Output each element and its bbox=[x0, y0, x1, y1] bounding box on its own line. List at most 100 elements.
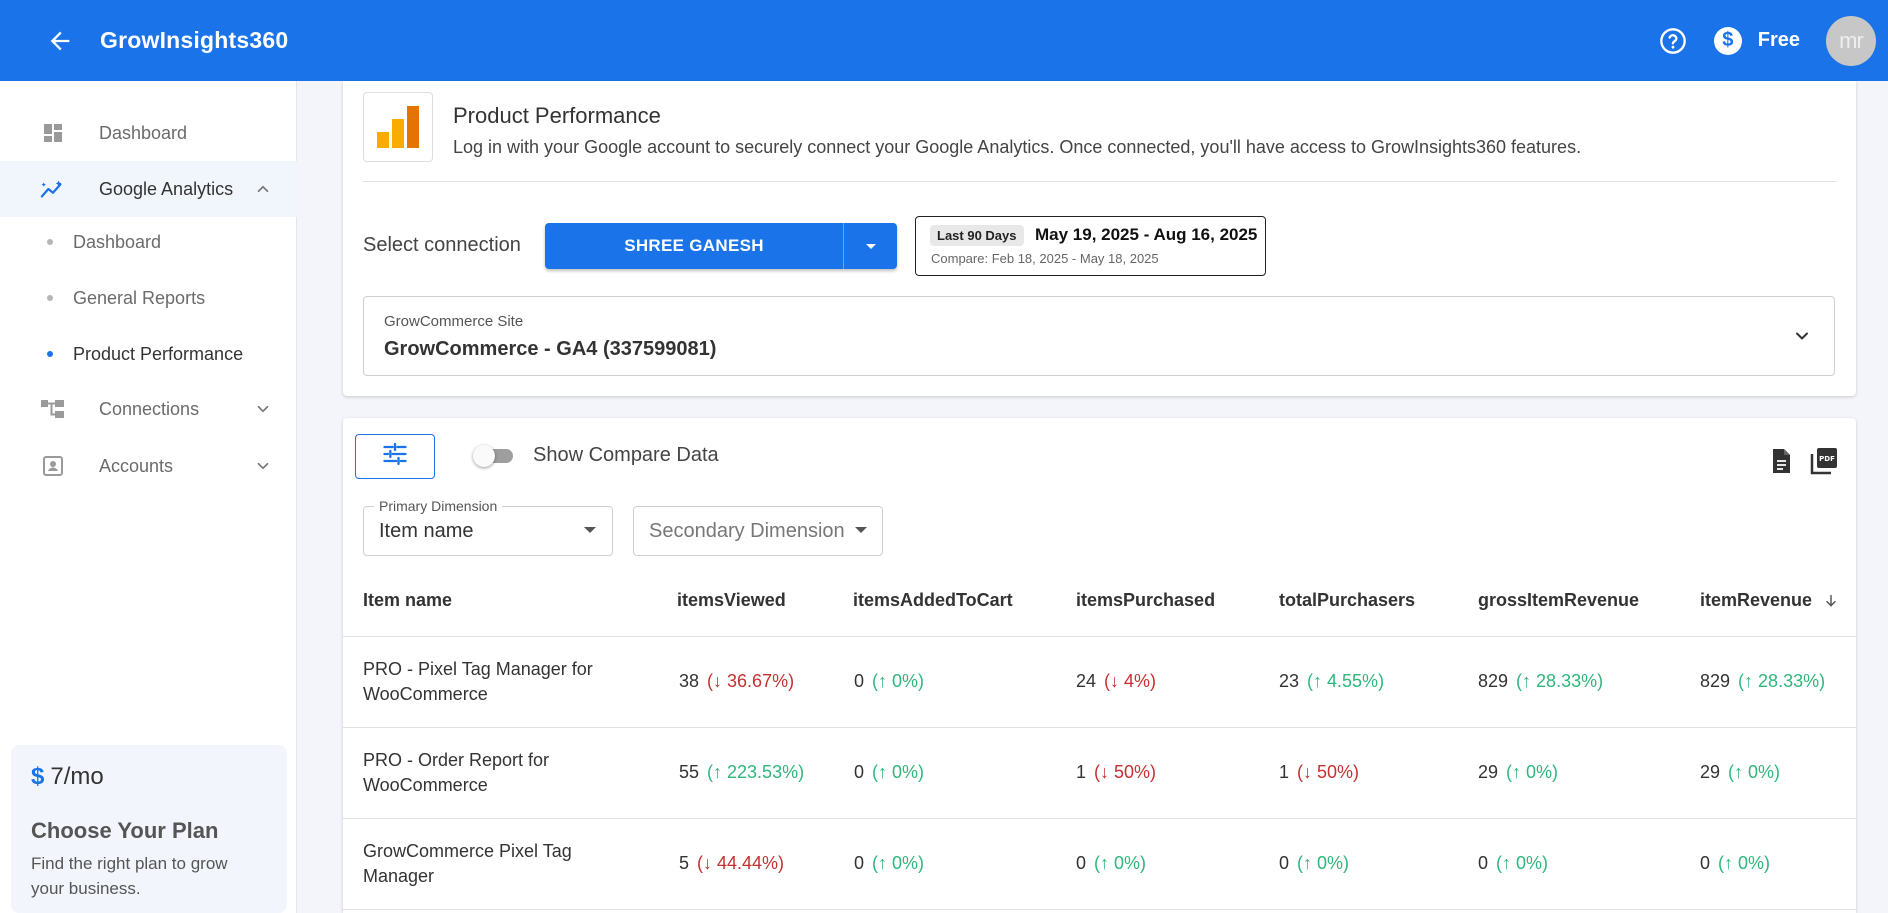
column-header-item-revenue[interactable]: itemRevenue bbox=[1700, 590, 1839, 611]
plan-title: Choose Your Plan bbox=[31, 818, 219, 843]
change-badge: (↓ 44.44%) bbox=[697, 853, 785, 873]
select-connection-label: Select connection bbox=[363, 234, 521, 256]
metric-value: 0 bbox=[1478, 853, 1489, 873]
back-arrow-icon[interactable] bbox=[39, 20, 81, 62]
metric-cell: 0 (↑ 0%) bbox=[1478, 853, 1548, 874]
item-name-cell: PRO - Order Report for WooCommerce bbox=[363, 750, 550, 795]
change-badge: (↓ 36.67%) bbox=[707, 671, 795, 691]
metric-cell: 55 (↑ 223.53%) bbox=[679, 762, 804, 783]
primary-dimension-value: Item name bbox=[379, 520, 474, 542]
site-select-value: GrowCommerce - GA4 (337599081) bbox=[384, 338, 717, 360]
column-header-total-purchasers[interactable]: totalPurchasers bbox=[1279, 590, 1415, 611]
metric-cell: 0 (↑ 0%) bbox=[1279, 853, 1349, 874]
sidebar-item-dashboard[interactable]: Dashboard bbox=[0, 105, 297, 161]
metric-cell: 29 (↑ 0%) bbox=[1700, 762, 1780, 783]
chevron-down-icon[interactable] bbox=[1790, 324, 1814, 348]
table-row[interactable]: PRO - Pixel Tag Manager for WooCommerce … bbox=[343, 637, 1856, 728]
report-table-card: Show Compare Data PDF Primary Dimension … bbox=[343, 418, 1856, 913]
sort-arrow-down-icon[interactable] bbox=[1823, 593, 1839, 609]
connection-split-button[interactable]: SHREE GANESH bbox=[545, 223, 897, 269]
metric-cell: 24 (↓ 4%) bbox=[1076, 671, 1156, 692]
table-row[interactable]: GrowCommerce Pixel Tag Manager 5 (↓ 44.44… bbox=[343, 819, 1856, 910]
sidebar: Dashboard Google Analytics Dashboard Gen… bbox=[0, 81, 297, 913]
metric-cell: 0 (↑ 0%) bbox=[854, 762, 924, 783]
change-badge: (↑ 4.55%) bbox=[1307, 671, 1385, 691]
page-title: Product Performance bbox=[453, 103, 661, 128]
sidebar-item-google-analytics[interactable]: Google Analytics bbox=[0, 161, 297, 217]
change-badge: (↑ 0%) bbox=[1728, 762, 1781, 782]
change-badge: (↓ 4%) bbox=[1104, 671, 1157, 691]
chevron-down-icon[interactable] bbox=[252, 398, 274, 420]
sidebar-item-label: Google Analytics bbox=[99, 178, 234, 199]
metric-cell: 29 (↑ 0%) bbox=[1478, 762, 1558, 783]
metric-cell: 829 (↑ 28.33%) bbox=[1478, 671, 1603, 692]
column-header-items-viewed[interactable]: itemsViewed bbox=[677, 590, 786, 611]
metric-value: 38 bbox=[679, 671, 700, 691]
filter-settings-button[interactable] bbox=[355, 434, 435, 479]
metric-value: 55 bbox=[679, 762, 700, 782]
item-name-cell: PRO - Pixel Tag Manager for WooCommerce bbox=[363, 659, 593, 704]
sidebar-item-accounts[interactable]: Accounts bbox=[0, 438, 297, 494]
plan-label[interactable]: Free bbox=[1758, 29, 1800, 52]
change-badge: (↑ 0%) bbox=[872, 853, 925, 873]
metric-cell: 1 (↓ 50%) bbox=[1279, 762, 1359, 783]
avatar[interactable]: mr bbox=[1826, 15, 1876, 66]
column-header-item-name[interactable]: Item name bbox=[363, 590, 452, 611]
column-header-gross-item-revenue[interactable]: grossItemRevenue bbox=[1478, 590, 1639, 611]
metric-value: 0 bbox=[854, 853, 865, 873]
divider bbox=[363, 181, 1836, 182]
metric-value: 29 bbox=[1700, 762, 1721, 782]
plan-price: $7/mo bbox=[31, 763, 104, 791]
help-icon[interactable] bbox=[1658, 26, 1688, 56]
dashboard-icon bbox=[40, 120, 66, 146]
sidebar-subitem-dashboard[interactable]: Dashboard bbox=[0, 217, 297, 267]
column-header-label: itemRevenue bbox=[1700, 590, 1813, 610]
compare-range-value: Compare: Feb 18, 2025 - May 18, 2025 bbox=[931, 251, 1159, 266]
item-name-cell: GrowCommerce Pixel Tag Manager bbox=[363, 841, 572, 886]
app-title: GrowInsights360 bbox=[100, 27, 289, 53]
table-row[interactable]: PRO - Order Report for WooCommerce 55 (↑ … bbox=[343, 728, 1856, 819]
caret-down-icon[interactable] bbox=[844, 223, 897, 269]
page-description: Log in with your Google account to secur… bbox=[453, 137, 1582, 157]
metric-value: 5 bbox=[679, 853, 690, 873]
change-badge: (↓ 50%) bbox=[1297, 762, 1360, 782]
change-badge: (↓ 50%) bbox=[1094, 762, 1157, 782]
document-export-icon[interactable] bbox=[1767, 447, 1795, 475]
metric-cell: 0 (↑ 0%) bbox=[854, 853, 924, 874]
chevron-up-icon[interactable] bbox=[252, 178, 274, 200]
sidebar-subitem-label: Dashboard bbox=[73, 231, 162, 252]
metric-cell: 0 (↑ 0%) bbox=[1076, 853, 1146, 874]
sidebar-subitem-label: General Reports bbox=[73, 287, 206, 308]
secondary-dimension-select[interactable]: Secondary Dimension bbox=[633, 506, 883, 556]
date-range-value: May 19, 2025 - Aug 16, 2025 bbox=[1035, 225, 1258, 244]
date-range-picker[interactable]: Last 90 Days May 19, 2025 - Aug 16, 2025… bbox=[915, 216, 1266, 276]
caret-down-icon bbox=[855, 527, 867, 533]
change-badge: (↑ 0%) bbox=[1094, 853, 1147, 873]
metric-cell: 0 (↑ 0%) bbox=[854, 671, 924, 692]
tune-icon bbox=[381, 440, 409, 473]
metric-cell: 829 (↑ 28.33%) bbox=[1700, 671, 1825, 692]
analytics-logo-icon bbox=[363, 92, 433, 162]
column-header-items-purchased[interactable]: itemsPurchased bbox=[1076, 590, 1215, 611]
show-compare-toggle[interactable] bbox=[473, 445, 513, 467]
bullet-icon bbox=[47, 295, 53, 301]
chevron-down-icon[interactable] bbox=[252, 455, 274, 477]
sidebar-item-connections[interactable]: Connections bbox=[0, 381, 297, 437]
sidebar-item-label: Connections bbox=[99, 398, 200, 419]
column-header-items-added-to-cart[interactable]: itemsAddedToCart bbox=[853, 590, 1013, 611]
connection-button[interactable]: SHREE GANESH bbox=[545, 223, 844, 269]
caret-down-icon bbox=[584, 527, 596, 533]
metric-value: 0 bbox=[1700, 853, 1711, 873]
pdf-export-icon[interactable]: PDF bbox=[1810, 447, 1838, 475]
plan-card[interactable]: $7/mo Choose Your Plan Find the right pl… bbox=[11, 745, 287, 913]
site-select[interactable]: GrowCommerce Site GrowCommerce - GA4 (33… bbox=[363, 296, 1835, 376]
sidebar-subitem-product-performance[interactable]: Product Performance bbox=[0, 329, 297, 379]
sidebar-subitem-general-reports[interactable]: General Reports bbox=[0, 273, 297, 323]
metric-value: 0 bbox=[854, 671, 865, 691]
billing-dollar-icon[interactable]: $ bbox=[1713, 26, 1742, 55]
site-select-label: GrowCommerce Site bbox=[384, 313, 524, 330]
change-badge: (↑ 0%) bbox=[1496, 853, 1549, 873]
sidebar-item-label: Accounts bbox=[99, 455, 174, 476]
change-badge: (↑ 0%) bbox=[872, 671, 925, 691]
primary-dimension-select[interactable]: Primary Dimension Item name bbox=[363, 498, 613, 556]
